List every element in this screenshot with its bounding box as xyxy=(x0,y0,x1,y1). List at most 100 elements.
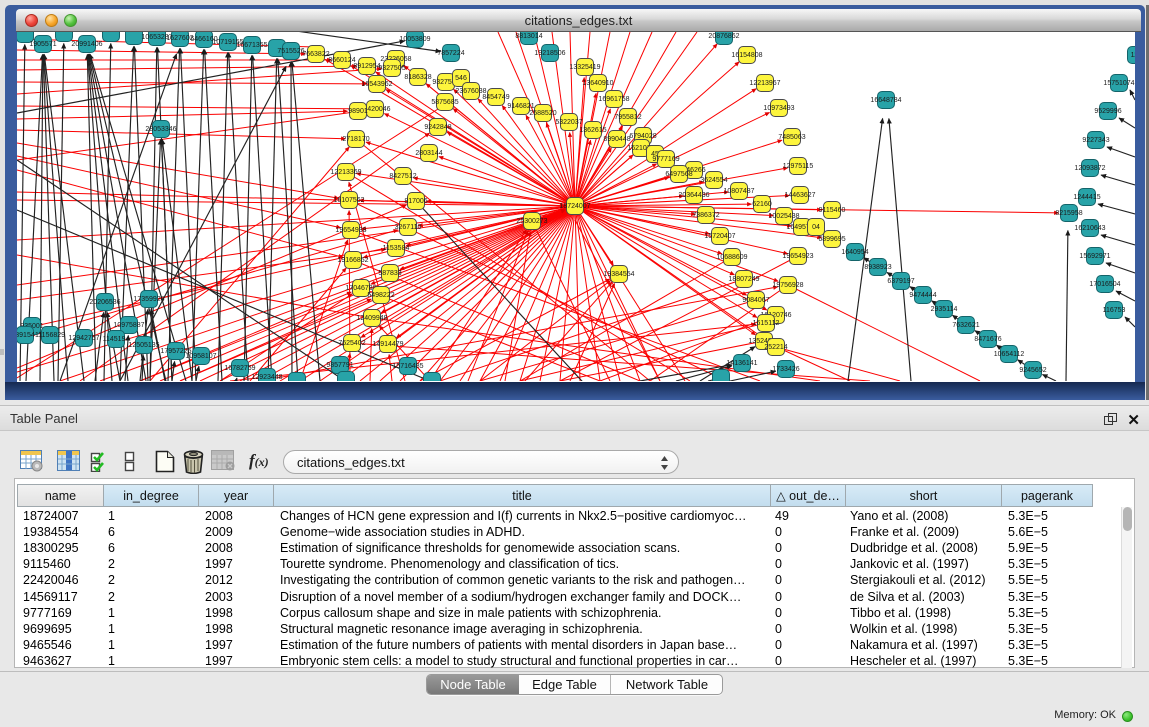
svg-text:817006: 817006 xyxy=(404,198,427,205)
svg-text:9529996: 9529996 xyxy=(1094,108,1121,115)
svg-text:116753: 116753 xyxy=(1103,307,1126,314)
svg-text:252214: 252214 xyxy=(764,344,787,351)
svg-text:12942757: 12942757 xyxy=(68,335,99,342)
svg-text:9327505: 9327505 xyxy=(378,65,405,72)
svg-text:587833: 587833 xyxy=(378,270,401,277)
svg-text:19756928: 19756928 xyxy=(772,282,803,289)
svg-text:18724007: 18724007 xyxy=(559,203,590,210)
svg-text:9115460: 9115460 xyxy=(819,207,846,214)
svg-text:6379197: 6379197 xyxy=(887,278,914,285)
svg-text:1362615: 1362615 xyxy=(579,127,606,134)
svg-text:7515526: 7515526 xyxy=(277,48,304,55)
svg-text:546: 546 xyxy=(455,75,467,82)
svg-text:20876862: 20876862 xyxy=(708,33,739,40)
svg-text:7663822: 7663822 xyxy=(302,51,329,58)
svg-text:12975115: 12975115 xyxy=(783,163,814,170)
svg-text:5875685: 5875685 xyxy=(431,99,458,106)
svg-text:13640910: 13640910 xyxy=(582,80,613,87)
svg-text:62160: 62160 xyxy=(752,201,772,208)
svg-text:12409948: 12409948 xyxy=(356,315,387,322)
svg-text:1244415: 1244415 xyxy=(1073,194,1100,201)
svg-text:39154: 39154 xyxy=(17,332,35,339)
svg-text:14136141: 14136141 xyxy=(726,360,757,367)
svg-text:2803144: 2803144 xyxy=(415,150,442,157)
svg-text:10688609: 10688609 xyxy=(716,254,747,261)
svg-text:12923448: 12923448 xyxy=(251,374,282,381)
svg-text:8660124: 8660124 xyxy=(328,57,355,64)
svg-text:17046788: 17046788 xyxy=(345,285,376,292)
svg-text:25300273: 25300273 xyxy=(516,218,547,225)
svg-text:15720407: 15720407 xyxy=(704,233,735,240)
svg-text:16782759: 16782759 xyxy=(224,365,255,372)
svg-text:20206536: 20206536 xyxy=(89,299,120,306)
svg-text:16210643: 16210643 xyxy=(1074,225,1105,232)
svg-text:19384554: 19384554 xyxy=(603,271,634,278)
svg-text:8215958: 8215958 xyxy=(1055,210,1082,217)
svg-text:9242848: 9242848 xyxy=(424,124,451,131)
svg-text:11156829: 11156829 xyxy=(35,332,65,339)
svg-text:8186328: 8186328 xyxy=(404,74,431,81)
svg-text:13325419: 13325419 xyxy=(569,64,600,71)
svg-text:5322037: 5322037 xyxy=(555,119,582,126)
svg-text:7386372: 7386372 xyxy=(692,212,719,219)
svg-text:10975887: 10975887 xyxy=(113,322,144,329)
svg-text:18807249: 18807249 xyxy=(728,276,759,283)
svg-text:8990448: 8990448 xyxy=(603,136,630,143)
svg-text:1615112: 1615112 xyxy=(753,320,780,327)
svg-text:14463627: 14463627 xyxy=(784,192,815,199)
svg-text:8454749: 8454749 xyxy=(482,94,509,101)
svg-text:15716485: 15716485 xyxy=(392,363,423,370)
svg-text:19654938: 19654938 xyxy=(335,227,366,234)
svg-text:10973493: 10973493 xyxy=(763,105,794,112)
svg-text:12213967: 12213967 xyxy=(749,80,780,87)
svg-text:10958107: 10958107 xyxy=(185,353,216,360)
svg-text:6899695: 6899695 xyxy=(818,236,845,243)
svg-text:6497568: 6497568 xyxy=(665,171,692,178)
svg-text:111: 111 xyxy=(1131,52,1135,59)
svg-text:98901: 98901 xyxy=(348,108,368,115)
svg-text:2935114: 2935114 xyxy=(931,306,958,313)
svg-text:19654923: 19654923 xyxy=(782,253,813,260)
svg-text:7632621: 7632621 xyxy=(952,322,979,329)
svg-text:2718170: 2718170 xyxy=(342,136,369,143)
svg-text:14914479: 14914479 xyxy=(372,341,403,348)
svg-text:5498222: 5498222 xyxy=(367,292,394,299)
svg-text:8471676: 8471676 xyxy=(974,336,1001,343)
svg-text:16961758: 16961758 xyxy=(598,96,629,103)
svg-text:9245652: 9245652 xyxy=(1019,367,1046,374)
svg-text:7955812: 7955812 xyxy=(614,114,641,121)
svg-text:10654112: 10654112 xyxy=(994,351,1025,358)
svg-text:16671355: 16671355 xyxy=(236,42,267,49)
svg-text:20364436: 20364436 xyxy=(678,192,709,199)
svg-text:8938923: 8938923 xyxy=(864,264,891,271)
svg-text:16154808: 16154808 xyxy=(731,52,762,59)
svg-text:1153584: 1153584 xyxy=(383,245,410,252)
svg-text:7857224: 7857224 xyxy=(437,50,464,57)
svg-text:1905571: 1905571 xyxy=(29,41,56,48)
svg-text:04: 04 xyxy=(812,224,820,231)
svg-text:9777169: 9777169 xyxy=(652,156,679,163)
svg-text:19218506: 19218506 xyxy=(534,50,565,57)
svg-text:17359928: 17359928 xyxy=(133,296,164,303)
svg-text:7485063: 7485063 xyxy=(778,134,805,141)
svg-text:8813014: 8813014 xyxy=(515,33,542,40)
svg-text:9474444: 9474444 xyxy=(909,292,936,299)
svg-text:9084067: 9084067 xyxy=(742,297,769,304)
svg-text:20991406: 20991406 xyxy=(71,41,102,48)
svg-text:16107562: 16107562 xyxy=(333,197,364,204)
svg-text:12213369: 12213369 xyxy=(330,169,361,176)
svg-text:9857791: 9857791 xyxy=(326,362,353,369)
svg-text:12505135: 12505135 xyxy=(128,342,159,349)
svg-text:28053346: 28053346 xyxy=(145,126,176,133)
svg-text:1145194: 1145194 xyxy=(103,336,130,343)
svg-text:8912954: 8912954 xyxy=(353,63,380,70)
svg-text:1733426: 1733426 xyxy=(772,366,799,373)
svg-text:16543962: 16543962 xyxy=(361,81,392,88)
svg-text:19166852: 19166852 xyxy=(337,257,368,264)
svg-text:8427512: 8427512 xyxy=(389,173,416,180)
svg-text:17016504: 17016504 xyxy=(1089,281,1120,288)
svg-text:3267110: 3267110 xyxy=(395,224,422,231)
svg-text:12093872: 12093872 xyxy=(1074,165,1105,172)
svg-text:10807487: 10807487 xyxy=(723,188,754,195)
svg-text:1640954: 1640954 xyxy=(841,249,868,256)
